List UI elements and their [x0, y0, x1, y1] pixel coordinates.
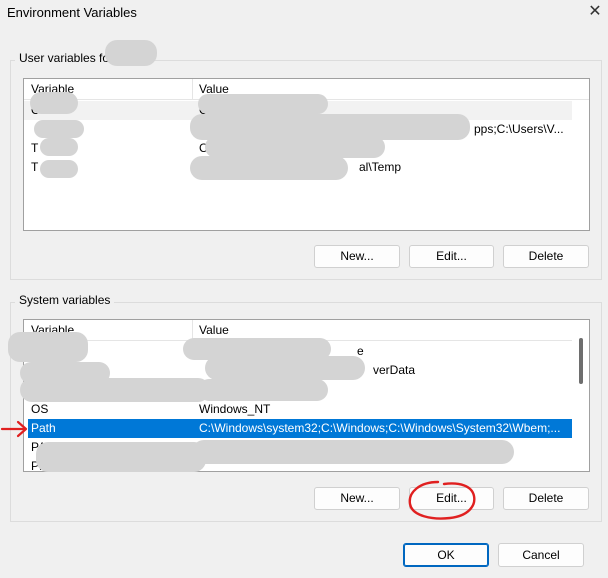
redaction-mark [190, 156, 348, 180]
user-edit-button[interactable]: Edit... [409, 245, 494, 268]
user-delete-button[interactable]: Delete [503, 245, 589, 268]
column-value-header[interactable]: Value [199, 320, 229, 340]
annotation-circle-icon [408, 480, 476, 520]
redaction-mark [198, 379, 328, 401]
scrollbar-thumb[interactable] [579, 338, 583, 384]
system-new-button[interactable]: New... [314, 487, 400, 510]
redaction-mark [30, 92, 78, 114]
system-variables-label: System variables [15, 293, 115, 307]
redaction-mark [205, 356, 365, 380]
table-row-selected[interactable]: Path C:\Windows\system32;C:\Windows;C:\W… [28, 419, 572, 438]
user-new-button[interactable]: New... [314, 245, 400, 268]
cancel-button[interactable]: Cancel [498, 543, 584, 567]
ok-button[interactable]: OK [403, 543, 489, 567]
redaction-mark [205, 136, 385, 158]
close-icon[interactable]: ✕ [585, 2, 605, 22]
window-title: Environment Variables [7, 5, 137, 20]
system-delete-button[interactable]: Delete [503, 487, 589, 510]
redaction-mark [105, 40, 157, 66]
redaction-mark [8, 332, 88, 362]
vertical-scrollbar[interactable] [574, 320, 589, 471]
redaction-mark [40, 138, 78, 156]
redaction-mark [40, 160, 78, 178]
table-row[interactable]: OS Windows_NT [24, 400, 572, 419]
redaction-mark [34, 120, 84, 138]
redaction-mark [20, 378, 210, 402]
annotation-arrow-icon [0, 420, 28, 438]
redaction-mark [198, 94, 328, 114]
redaction-mark [36, 442, 206, 472]
redaction-mark [192, 440, 514, 464]
